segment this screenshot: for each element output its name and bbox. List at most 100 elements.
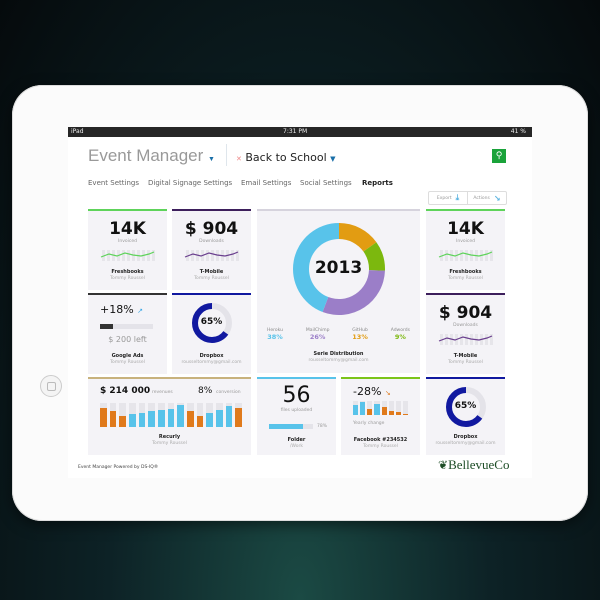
bar-slot — [395, 401, 401, 415]
metric-value: $ 904 — [438, 303, 493, 323]
tab-social-settings[interactable]: Social Settings — [300, 179, 352, 187]
bar — [129, 413, 136, 427]
actions-button[interactable]: Actions ↘ — [468, 192, 506, 204]
card-owner: /Work — [290, 444, 303, 449]
legend-value: 9% — [394, 333, 406, 341]
legend-item: GitHub 13% — [352, 328, 368, 341]
legend-item: Adwords 9% — [391, 328, 410, 341]
conversion-label: conversion — [216, 390, 241, 395]
app-title-text: Event Manager — [88, 146, 204, 165]
donut-center-year: 2013 — [314, 258, 363, 278]
spark-bg-bar — [147, 250, 150, 261]
spark-bg-bar — [107, 250, 110, 261]
tab-reports[interactable]: Reports — [362, 179, 393, 187]
card-owner: Tommy Roussel — [194, 276, 229, 281]
app-title[interactable]: Event Manager ▼ — [88, 146, 215, 166]
brand-logo: ❦BellevueCo — [438, 457, 509, 473]
metric-value-text: +18% — [100, 303, 134, 316]
card-freshbooks[interactable]: 14K Invoiced Freshbooks Tommy Roussel — [88, 209, 167, 290]
bar-chart — [100, 403, 243, 427]
card-serie-distribution[interactable]: 2013 Heroku 38% MailChimp 26% GitHub 13% Adwor… — [257, 209, 420, 373]
card-tmobile-2[interactable]: $ 904 Downloads T-Mobile Tommy Roussel — [426, 293, 505, 374]
card-title: Facebook #234532 — [353, 437, 408, 443]
bar — [138, 413, 146, 427]
chevron-down-icon[interactable]: ▼ — [330, 155, 335, 163]
card-dropbox[interactable]: 65% Dropbox rousseltommy@gmail.com — [172, 293, 251, 374]
close-icon[interactable]: ✕ — [236, 155, 242, 163]
event-name: Back to School — [245, 151, 327, 164]
export-button[interactable]: Export ⤓ — [429, 192, 468, 204]
spark-bg-bar — [122, 250, 125, 261]
revenue-label: revenues — [152, 390, 173, 395]
bar — [395, 412, 401, 415]
event-selector[interactable]: ✕ Back to School ▼ — [236, 151, 336, 164]
home-button[interactable] — [40, 375, 62, 397]
bar — [353, 405, 359, 415]
card-owner: Tommy Roussel — [448, 360, 483, 365]
actions-label: Actions — [473, 195, 490, 201]
chevron-down-icon[interactable]: ▼ — [208, 156, 215, 163]
progress-value: 78% — [317, 424, 328, 429]
sparkline — [184, 250, 239, 261]
bar-slot — [367, 401, 373, 415]
bar — [360, 401, 366, 415]
card-owner: Tommy Roussel — [363, 444, 398, 449]
tab-digital-signage[interactable]: Digital Signage Settings — [148, 179, 232, 187]
metric-value: 14K — [447, 219, 484, 239]
card-title: Recurly — [158, 434, 181, 440]
gauge-value: 65% — [200, 317, 223, 327]
bar-slot — [360, 401, 366, 415]
bar-slot — [381, 401, 387, 415]
bar-slot — [100, 403, 107, 427]
spark-bg-bar — [485, 250, 488, 261]
card-recurly[interactable]: $ 214 000 revenues 8% conversion Recurly… — [88, 377, 251, 455]
bar-slot — [402, 401, 408, 415]
revenue-value: $ 214 000 — [100, 386, 151, 396]
bar-slot — [158, 403, 165, 427]
budget-left: $ 200 left — [108, 335, 147, 344]
card-google-ads[interactable]: +18% ↗ $ 200 left Google Ads Tommy Rouss… — [88, 293, 167, 374]
metric-label: Invoiced — [118, 239, 137, 244]
battery: 41 % — [510, 128, 526, 135]
card-owner: Tommy Roussel — [152, 441, 187, 446]
card-title: T-Mobile — [453, 353, 478, 359]
bar-slot — [206, 403, 214, 427]
bar — [177, 405, 185, 427]
tab-event-settings[interactable]: Event Settings — [88, 179, 139, 187]
card-facebook[interactable]: -28% ↘ Yearly change Facebook #234532 To… — [341, 377, 420, 455]
card-tmobile[interactable]: $ 904 Downloads T-Mobile Tommy Roussel — [172, 209, 251, 290]
donut-legend: Heroku 38% MailChimp 26% GitHub 13% Adwords 9% — [267, 328, 410, 341]
tab-email-settings[interactable]: Email Settings — [241, 179, 291, 187]
card-owner: Tommy Roussel — [110, 360, 145, 365]
legend-value: 26% — [309, 333, 326, 341]
metric-label: Downloads — [199, 239, 224, 244]
device-label: iPad — [71, 128, 84, 135]
footer-text: Event Manager Powered by DS-IQ® — [78, 465, 159, 470]
arrow-down-right-icon: ↘ — [493, 193, 501, 203]
spark-bg-bar — [445, 250, 448, 261]
metric-value: $ 904 — [184, 219, 239, 239]
legend-value: 38% — [267, 333, 283, 341]
screen: iPad 7:31 PM 41 % Event Manager ▼ ✕ Back… — [68, 127, 532, 478]
progress-bar — [269, 424, 313, 429]
spark-bg-bar — [211, 250, 214, 261]
bar-slot — [235, 403, 243, 427]
logo-mark-icon: ❦ — [438, 458, 449, 472]
search-button[interactable]: ⚲ — [492, 149, 506, 163]
card-freshbooks-2[interactable]: 14K Invoiced Freshbooks Tommy Roussel — [426, 209, 505, 290]
bar-chart — [353, 401, 408, 415]
spark-bg-bar — [206, 250, 209, 261]
bar — [225, 406, 233, 427]
status-bar: iPad 7:31 PM 41 % — [68, 127, 532, 137]
logo-text: BellevueCo — [448, 457, 510, 472]
card-folder[interactable]: 56 files uploaded 78% Folder /Work — [257, 377, 336, 455]
card-owner: rousseltommy@gmail.com — [308, 358, 369, 363]
spark-bg-bar — [465, 250, 468, 261]
card-dropbox-2[interactable]: 65% Dropbox rousseltommy@gmail.com — [426, 377, 505, 455]
bar — [100, 407, 107, 427]
progress-fill — [269, 424, 304, 429]
bar — [402, 413, 408, 415]
search-icon: ⚲ — [495, 151, 503, 161]
bar-slot — [388, 401, 394, 415]
spark-bg-bar — [485, 334, 488, 345]
